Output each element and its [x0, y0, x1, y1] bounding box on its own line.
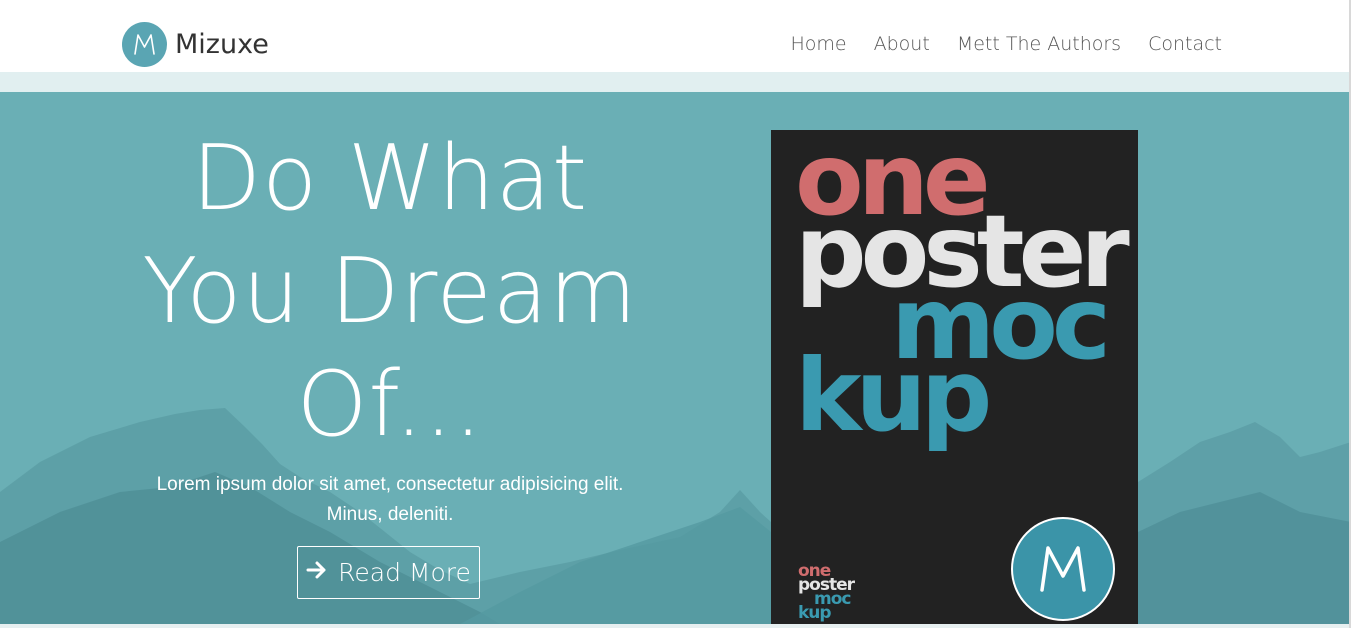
poster-small-logo: one poster moc kup	[798, 563, 855, 622]
nav-link-home[interactable]: Home	[791, 33, 847, 55]
hero-title-line: Do What	[191, 126, 589, 231]
brand-name: Mizuxe	[175, 29, 269, 60]
poster-mockup-image: one poster moc kup one poster moc kup	[771, 130, 1138, 624]
hero-title-line: Of...	[296, 352, 484, 457]
nav-link-about[interactable]: About	[874, 33, 930, 55]
poster-m-badge-icon	[1011, 517, 1115, 621]
hero-title: Do What You Dream Of...	[90, 122, 690, 461]
page-bottom-edge	[0, 624, 1351, 628]
hero-subtitle-line: Lorem ipsum dolor sit amet, consectetur …	[156, 474, 624, 495]
nav-divider-strip	[0, 72, 1351, 92]
read-more-label: Read More	[338, 558, 471, 587]
arrow-right-icon	[306, 558, 328, 588]
brand[interactable]: Mizuxe	[122, 22, 269, 67]
poster-headline: one poster moc kup	[795, 130, 1130, 446]
hero-subtitle-line: Minus, deleniti.	[326, 504, 454, 525]
nav-links: Home About Mett The Authors Contact	[791, 33, 1222, 55]
hero-title-line: You Dream	[142, 239, 638, 344]
hero-subtitle: Lorem ipsum dolor sit amet, consectetur …	[90, 470, 690, 530]
nav-link-contact[interactable]: Contact	[1148, 33, 1222, 55]
brand-logo-icon	[122, 22, 167, 67]
nav-link-authors[interactable]: Mett The Authors	[957, 33, 1121, 55]
hero-section: Do What You Dream Of... Lorem ipsum dolo…	[0, 92, 1351, 624]
navbar: Mizuxe Home About Mett The Authors Conta…	[0, 0, 1351, 72]
read-more-button[interactable]: Read More	[297, 546, 480, 599]
